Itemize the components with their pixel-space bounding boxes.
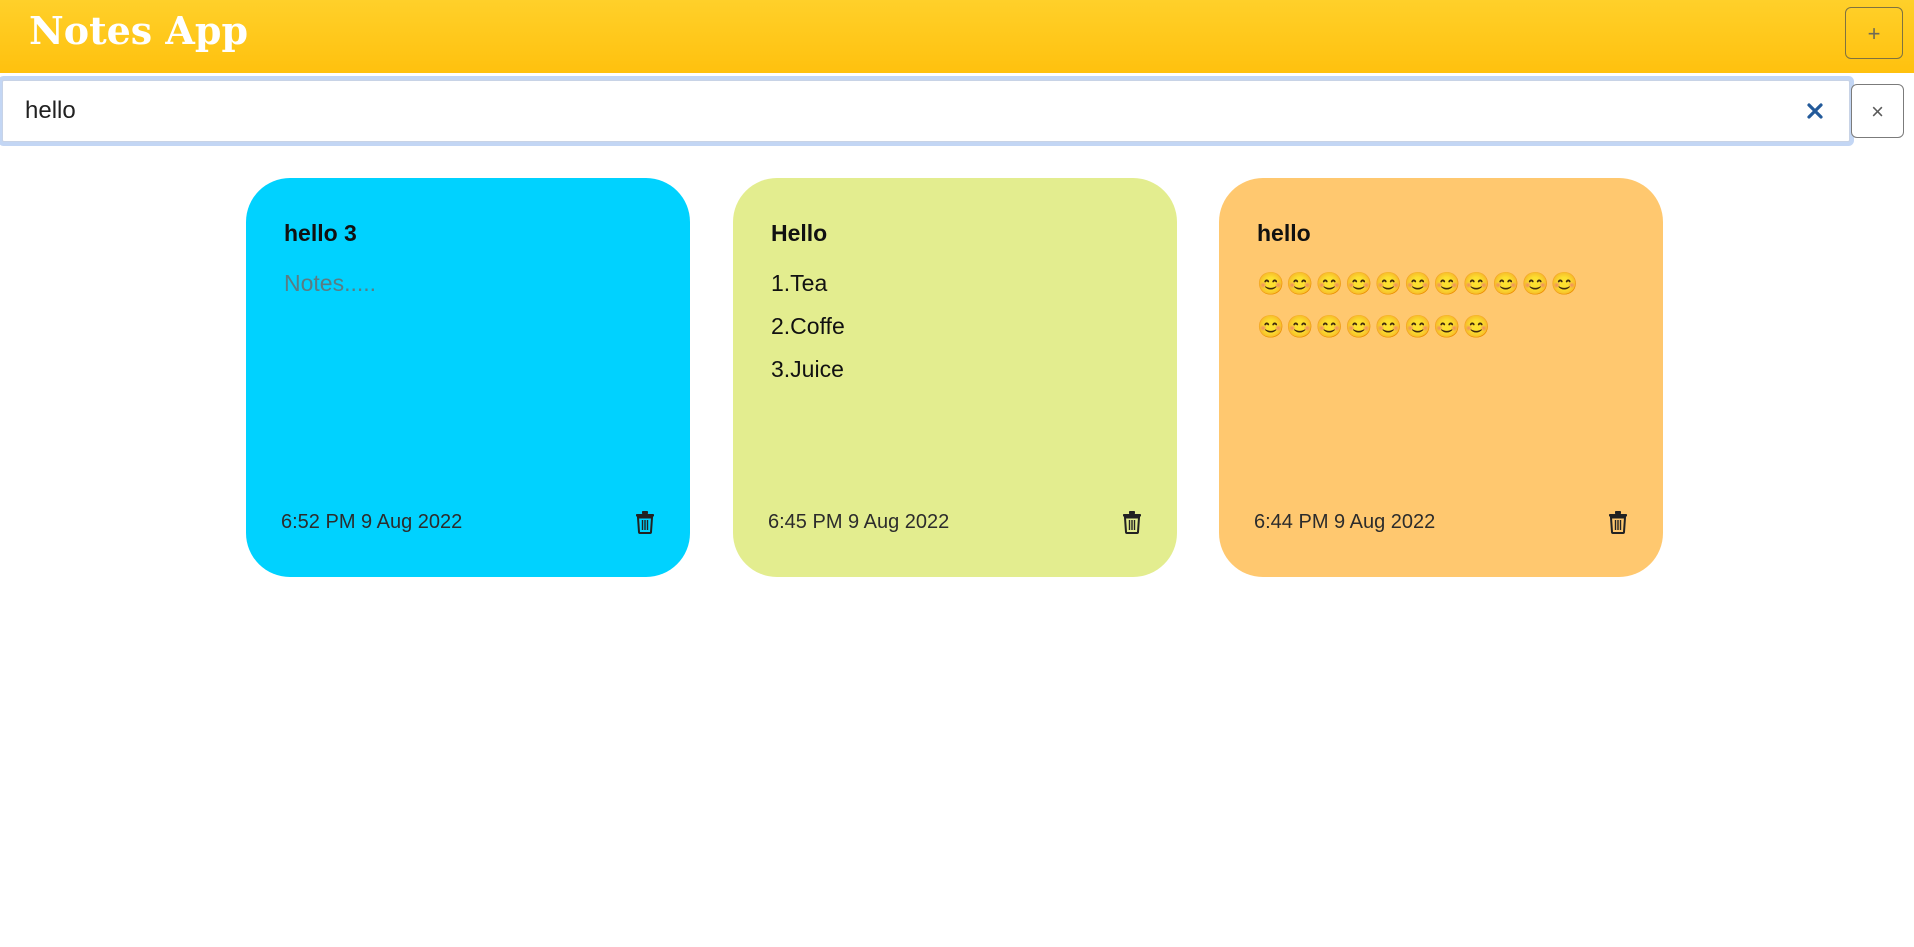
top-bar: Notes App +: [0, 0, 1914, 73]
note-card[interactable]: Hello 1.Tea 2.Coffe 3.Juice 6:45 PM 9 Au…: [733, 178, 1177, 577]
note-date: 6:44 PM 9 Aug 2022: [1254, 511, 1436, 533]
trash-icon[interactable]: [1608, 510, 1628, 534]
search-bar: [2, 80, 1850, 142]
note-title[interactable]: Hello: [771, 220, 827, 247]
note-title[interactable]: hello 3: [284, 220, 357, 247]
add-note-button[interactable]: +: [1845, 7, 1903, 59]
trash-icon[interactable]: [1122, 510, 1142, 534]
note-title[interactable]: hello: [1257, 220, 1311, 247]
note-card[interactable]: hello 😊😊😊😊😊😊😊😊😊😊😊 😊😊😊😊😊😊😊😊 6:44 PM 9 Aug…: [1219, 178, 1663, 577]
note-body[interactable]: 1.Tea 2.Coffe 3.Juice: [771, 262, 1147, 391]
note-body[interactable]: 😊😊😊😊😊😊😊😊😊😊😊 😊😊😊😊😊😊😊😊: [1257, 262, 1633, 348]
search-input[interactable]: [9, 85, 1839, 137]
note-card[interactable]: hello 3 Notes..... 6:52 PM 9 Aug 2022: [246, 178, 690, 577]
clear-search-icon[interactable]: [1806, 102, 1824, 120]
note-date: 6:45 PM 9 Aug 2022: [768, 511, 950, 533]
trash-icon[interactable]: [635, 510, 655, 534]
note-body[interactable]: Notes.....: [284, 262, 660, 305]
app-title: Notes App: [29, 8, 249, 53]
note-date: 6:52 PM 9 Aug 2022: [281, 511, 463, 533]
close-search-button[interactable]: ×: [1851, 84, 1904, 138]
